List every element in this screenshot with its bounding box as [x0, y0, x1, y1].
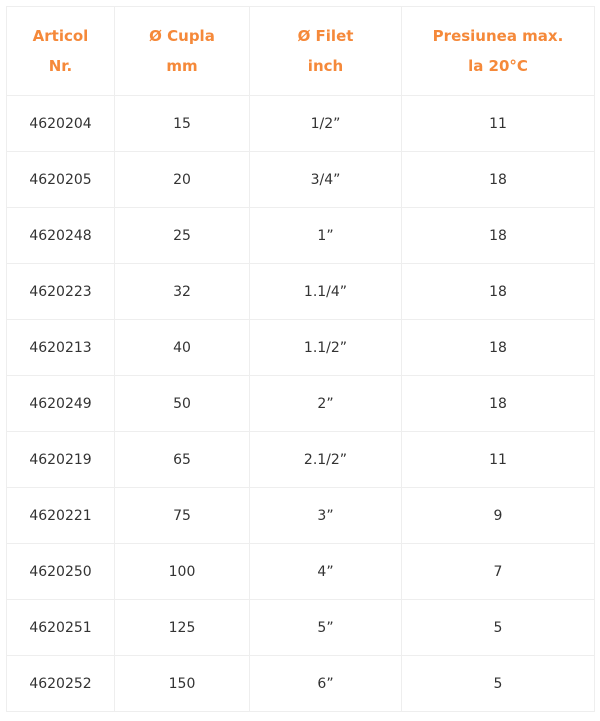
cell-filet: 1/2” [249, 95, 402, 152]
cell-filet: 3/4” [249, 151, 402, 208]
cell-filet: 6” [249, 655, 402, 712]
cell-articol: 4620248 [6, 207, 115, 264]
header-articol: Articol Nr. [6, 6, 115, 96]
cell-filet: 1.1/4” [249, 263, 402, 320]
cell-presiune: 18 [401, 375, 595, 432]
header-cupla-line1: Ø Cupla [149, 27, 215, 45]
cell-articol: 4620251 [6, 599, 115, 656]
table-row: 4620251 125 5” 5 [6, 599, 595, 656]
cell-filet: 1” [249, 207, 402, 264]
table-body: 4620204 15 1/2” 11 4620205 20 3/4” 18 46… [6, 95, 595, 712]
cell-cupla: 125 [114, 599, 250, 656]
cell-presiune: 18 [401, 319, 595, 376]
cell-cupla: 15 [114, 95, 250, 152]
cell-articol: 4620250 [6, 543, 115, 600]
cell-cupla: 150 [114, 655, 250, 712]
cell-articol: 4620213 [6, 319, 115, 376]
table-row: 4620249 50 2” 18 [6, 375, 595, 432]
header-filet: Ø Filet inch [249, 6, 402, 96]
cell-presiune: 7 [401, 543, 595, 600]
cell-articol: 4620219 [6, 431, 115, 488]
table-header: Articol Nr. Ø Cupla mm Ø Filet inch Pres… [6, 6, 595, 96]
cell-presiune: 9 [401, 487, 595, 544]
cell-presiune: 18 [401, 263, 595, 320]
header-cupla-line2: mm [166, 57, 198, 75]
header-presiune-line2: la 20°C [468, 57, 528, 75]
product-table-container: Articol Nr. Ø Cupla mm Ø Filet inch Pres… [6, 6, 595, 712]
table-row: 4620248 25 1” 18 [6, 207, 595, 264]
header-row: Articol Nr. Ø Cupla mm Ø Filet inch Pres… [6, 6, 595, 96]
table-row: 4620252 150 6” 5 [6, 655, 595, 712]
cell-articol: 4620223 [6, 263, 115, 320]
cell-cupla: 25 [114, 207, 250, 264]
header-presiune-line1: Presiunea max. [432, 27, 564, 45]
cell-cupla: 75 [114, 487, 250, 544]
cell-filet: 3” [249, 487, 402, 544]
cell-cupla: 32 [114, 263, 250, 320]
cell-filet: 4” [249, 543, 402, 600]
cell-presiune: 5 [401, 655, 595, 712]
table-row: 4620213 40 1.1/2” 18 [6, 319, 595, 376]
cell-articol: 4620205 [6, 151, 115, 208]
table-row: 4620250 100 4” 7 [6, 543, 595, 600]
cell-presiune: 18 [401, 207, 595, 264]
header-filet-line1: Ø Filet [297, 27, 354, 45]
table-row: 4620205 20 3/4” 18 [6, 151, 595, 208]
header-articol-line2: Nr. [48, 57, 73, 75]
header-articol-line1: Articol [32, 27, 89, 45]
cell-presiune: 18 [401, 151, 595, 208]
cell-articol: 4620249 [6, 375, 115, 432]
cell-articol: 4620204 [6, 95, 115, 152]
table-row: 4620223 32 1.1/4” 18 [6, 263, 595, 320]
cell-cupla: 40 [114, 319, 250, 376]
header-cupla: Ø Cupla mm [114, 6, 250, 96]
cell-cupla: 50 [114, 375, 250, 432]
header-filet-line2: inch [307, 57, 344, 75]
table-row: 4620221 75 3” 9 [6, 487, 595, 544]
cell-cupla: 20 [114, 151, 250, 208]
cell-presiune: 5 [401, 599, 595, 656]
cell-cupla: 65 [114, 431, 250, 488]
cell-cupla: 100 [114, 543, 250, 600]
header-presiune: Presiunea max. la 20°C [401, 6, 595, 96]
cell-filet: 5” [249, 599, 402, 656]
table-row: 4620219 65 2.1/2” 11 [6, 431, 595, 488]
cell-articol: 4620252 [6, 655, 115, 712]
cell-filet: 2.1/2” [249, 431, 402, 488]
table-row: 4620204 15 1/2” 11 [6, 95, 595, 152]
cell-presiune: 11 [401, 95, 595, 152]
cell-filet: 1.1/2” [249, 319, 402, 376]
cell-filet: 2” [249, 375, 402, 432]
product-spec-table: Articol Nr. Ø Cupla mm Ø Filet inch Pres… [6, 6, 595, 712]
cell-presiune: 11 [401, 431, 595, 488]
cell-articol: 4620221 [6, 487, 115, 544]
